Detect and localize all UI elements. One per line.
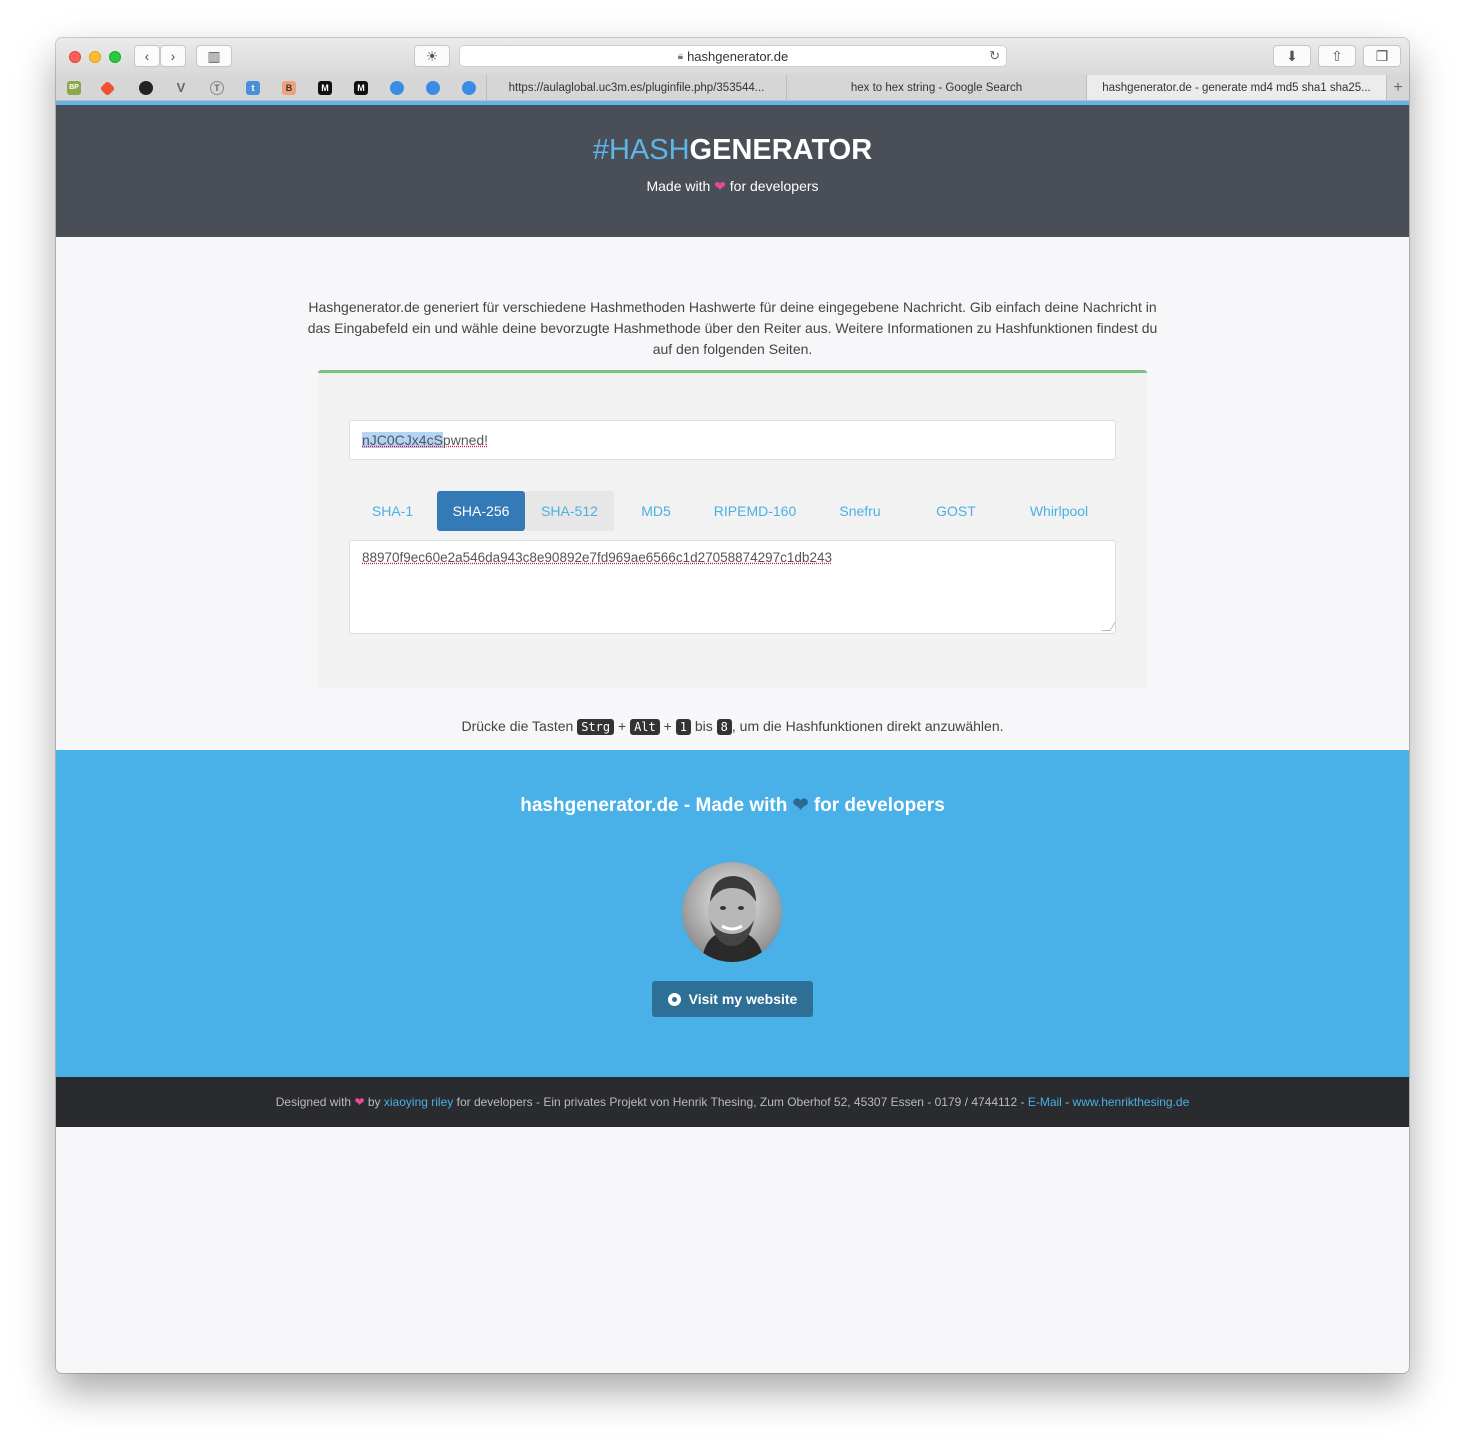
tab-whirlpool[interactable]: Whirlpool: [1009, 491, 1109, 531]
tab-sha256[interactable]: SHA-256: [437, 491, 525, 531]
browser-toolbar: ‹ › ▥ ☀ 🔒︎ hashgenerator.de ↻ ⬇ ⇧ ❐: [56, 38, 1409, 76]
chevron-right-icon: ›: [170, 48, 176, 64]
address-bar[interactable]: 🔒︎ hashgenerator.de ↻: [459, 45, 1007, 67]
back-button[interactable]: ‹: [134, 45, 160, 67]
logo-generator: GENERATOR: [689, 134, 873, 166]
lock-icon: 🔒︎: [677, 50, 684, 62]
sidebar-button[interactable]: ▥: [196, 45, 232, 67]
tagline-pre: Made with: [646, 178, 711, 194]
downloads-button[interactable]: ⬇: [1273, 45, 1311, 67]
hash-output-value: 88970f9ec60e2a546da943c8e90892e7fd969ae6…: [362, 550, 832, 565]
minimize-window-button[interactable]: [89, 51, 101, 63]
bookmark-medium-icon[interactable]: M: [318, 81, 332, 95]
heart-icon: ❤: [792, 795, 809, 816]
kbd-8: 8: [716, 719, 732, 735]
bookmark-tumblr-icon[interactable]: t: [246, 81, 260, 95]
site-tagline: Made with ❤ for developers: [56, 178, 1409, 195]
zoom-window-button[interactable]: [109, 51, 121, 63]
hint-bis: bis: [694, 718, 713, 734]
resize-handle[interactable]: [1101, 622, 1116, 631]
hint-plus-1: +: [618, 718, 627, 734]
tab-sha512[interactable]: SHA-512: [525, 491, 614, 531]
footer-pre: Designed with: [275, 1095, 352, 1109]
chevron-left-icon: ‹: [144, 48, 150, 64]
kbd-strg: Strg: [577, 719, 615, 735]
browser-window: ‹ › ▥ ☀ 🔒︎ hashgenerator.de ↻ ⬇ ⇧ ❐ BP V…: [56, 38, 1409, 1373]
kbd-1: 1: [675, 719, 691, 735]
promo-title-pre: hashgenerator.de - Made with: [520, 795, 788, 816]
keyboard-hint: Drücke die Tasten Strg + Alt + 1 bis 8, …: [56, 718, 1409, 735]
heart-icon: ❤: [714, 178, 726, 194]
tab-snefru[interactable]: Snefru: [819, 491, 901, 531]
intro-text: Hashgenerator.de generiert für verschied…: [307, 299, 1158, 357]
site-header: #HASHGENERATOR Made with ❤ for developer…: [56, 105, 1409, 237]
heart-icon: ❤: [354, 1095, 365, 1109]
bookmark-git-icon[interactable]: [99, 80, 116, 97]
browser-tab-hashgenerator[interactable]: hashgenerator.de - generate md4 md5 sha1…: [1086, 75, 1386, 100]
kbd-alt: Alt: [630, 719, 660, 735]
promo-title-post: for developers: [813, 795, 945, 816]
footer-author-link[interactable]: xiaoying riley: [384, 1095, 453, 1109]
bookmark-bp-icon[interactable]: BP: [67, 81, 81, 95]
promo-section: hashgenerator.de - Made with ❤ for devel…: [56, 750, 1409, 1077]
tabs-overview-button[interactable]: ❐: [1363, 45, 1401, 67]
hint-plus-2: +: [663, 718, 672, 734]
address-url: hashgenerator.de: [687, 48, 789, 64]
promo-title: hashgenerator.de - Made with ❤ for devel…: [56, 794, 1409, 817]
browser-tab-aulaglobal[interactable]: https://aulaglobal.uc3m.es/pluginfile.ph…: [486, 75, 786, 100]
logo-hash: #HASH: [592, 134, 690, 166]
new-tab-button[interactable]: +: [1386, 75, 1409, 100]
share-button[interactable]: ⇧: [1318, 45, 1356, 67]
avatar: [682, 862, 782, 962]
chrome-icon: [667, 992, 681, 1006]
site-logo[interactable]: #HASHGENERATOR: [56, 134, 1409, 167]
message-input[interactable]: nJC0CJx4cS pwned!: [349, 420, 1116, 460]
visit-website-button[interactable]: Visit my website: [652, 981, 813, 1017]
hint-pre: Drücke die Tasten: [461, 718, 574, 734]
bookmark-vue-icon[interactable]: V: [174, 81, 188, 95]
share-icon: ⇧: [1331, 47, 1343, 64]
bookmark-b-icon[interactable]: B: [282, 81, 296, 95]
forward-button[interactable]: ›: [160, 45, 186, 67]
tabs-icon: ❐: [1375, 47, 1389, 64]
site-footer: Designed with ❤ by xiaoying riley for de…: [56, 1077, 1409, 1127]
input-selected-text: nJC0CJx4cS: [362, 432, 443, 448]
bookmark-medium2-icon[interactable]: M: [354, 81, 368, 95]
browser-tab-google[interactable]: hex to hex string - Google Search: [786, 75, 1086, 100]
sun-icon: ☀: [425, 47, 439, 64]
hash-output[interactable]: 88970f9ec60e2a546da943c8e90892e7fd969ae6…: [349, 540, 1116, 634]
footer-by: by: [367, 1095, 381, 1109]
bookmark-github-icon[interactable]: [139, 81, 153, 95]
tagline-post: for developers: [729, 178, 819, 194]
footer-site-link[interactable]: www.henrikthesing.de: [1073, 1095, 1190, 1109]
tab-bar: BP V T t B M M https://aulaglobal.uc3m.e…: [56, 75, 1409, 101]
tab-md5[interactable]: MD5: [619, 491, 693, 531]
footer-mid: for developers - Ein privates Projekt vo…: [456, 1095, 1025, 1109]
tab-ripemd160[interactable]: RIPEMD-160: [701, 491, 809, 531]
hint-post: , um die Hashfunktionen direkt anzuwähle…: [731, 718, 1004, 734]
tab-gost[interactable]: GOST: [913, 491, 999, 531]
close-window-button[interactable]: [69, 51, 81, 63]
bookmark-translate2-icon[interactable]: [426, 81, 440, 95]
input-rest-text: pwned!: [442, 432, 489, 448]
bookmark-translate3-icon[interactable]: [462, 81, 476, 95]
bookmark-translate-icon[interactable]: [390, 81, 404, 95]
visit-website-label: Visit my website: [688, 991, 798, 1007]
bookmark-t-icon[interactable]: T: [210, 81, 224, 95]
footer-dash: -: [1065, 1095, 1070, 1109]
hash-method-tabs: SHA-1 SHA-256 SHA-512 MD5 RIPEMD-160 Sne…: [349, 491, 1116, 531]
download-icon: ⬇: [1286, 47, 1298, 64]
hash-panel: nJC0CJx4cS pwned! SHA-1 SHA-256 SHA-512 M…: [318, 370, 1147, 688]
footer-email-link[interactable]: E-Mail: [1028, 1095, 1062, 1109]
reload-icon[interactable]: ↻: [989, 48, 1000, 64]
plus-icon: +: [1393, 78, 1403, 96]
sidebar-icon: ▥: [207, 47, 221, 64]
brightness-button[interactable]: ☀: [414, 45, 450, 67]
tab-sha1[interactable]: SHA-1: [349, 491, 436, 531]
